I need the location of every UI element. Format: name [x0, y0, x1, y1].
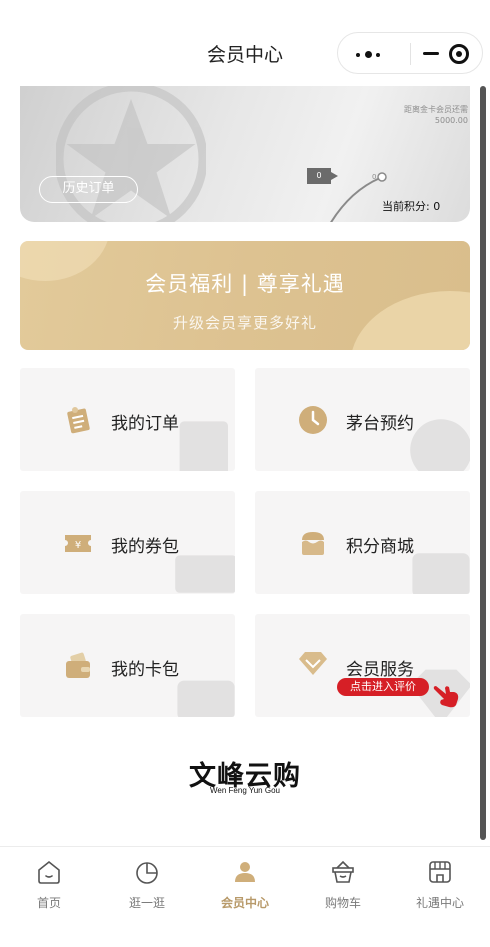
member-benefits-banner[interactable]: 会员福利 | 尊享礼遇 升级会员享更多好礼 [20, 241, 470, 350]
upgrade-hint: 距离金卡会员还需5000.00 [404, 105, 468, 125]
pointing-hand-icon [433, 686, 459, 708]
tab-browse-label: 逛一逛 [128, 896, 165, 910]
tab-home[interactable]: 首页 [14, 859, 84, 911]
minimize-icon[interactable] [423, 52, 439, 55]
bottom-tab-bar: 首页 逛一逛 会员中心 购物车 礼遇中心 [0, 846, 490, 947]
brand-logo: 文峰云购 Wen Feng Yun Gou [0, 754, 490, 795]
my-orders-tile[interactable]: 我的订单 [20, 368, 235, 471]
scrollbar[interactable] [480, 86, 486, 840]
tab-member-center[interactable]: 会员中心 [210, 859, 280, 911]
banner-subtitle: 升级会员享更多好礼 [172, 314, 317, 332]
my-orders-label: 我的订单 [111, 414, 179, 434]
my-coupons-tile[interactable]: ¥ 我的券包 [20, 491, 235, 594]
card-ghost-icon [177, 680, 235, 717]
points-mall-label: 积分商城 [346, 537, 414, 557]
banner-title: 会员福利 | 尊享礼遇 [145, 272, 345, 296]
order-ghost-icon [179, 421, 228, 471]
basket-icon [332, 860, 354, 883]
storefront-icon [429, 861, 451, 883]
tab-home-label: 首页 [36, 896, 61, 910]
evaluate-badge[interactable]: 点击进入评价 [337, 678, 429, 696]
home-icon [38, 860, 60, 884]
brand-name-en: Wen Feng Yun Gou [210, 786, 280, 795]
member-service-label: 会员服务 [346, 660, 414, 680]
tab-member-center-label: 会员中心 [220, 896, 269, 910]
history-orders-button[interactable]: 历史订单 [39, 176, 138, 203]
app-header: 会员中心 [0, 0, 490, 86]
pie-chart-icon [136, 862, 158, 884]
moutai-reservation-tile[interactable]: 茅台预约 [255, 368, 470, 471]
tab-browse[interactable]: 逛一逛 [112, 859, 182, 911]
current-points: 当前积分: 0 [382, 200, 441, 213]
shop-ghost-icon [412, 553, 470, 594]
coupon-ghost-icon [175, 555, 235, 593]
diamond-icon [299, 652, 327, 675]
close-circle-icon[interactable] [449, 44, 469, 64]
clock-icon [299, 406, 327, 434]
clock-ghost-icon [410, 419, 470, 471]
more-dots-icon[interactable] [356, 51, 382, 58]
tab-cart[interactable]: 购物车 [308, 859, 378, 911]
wallet-icon [66, 652, 90, 678]
capsule-divider [410, 43, 411, 65]
svg-text:¥: ¥ [75, 540, 81, 551]
mini-program-capsule [337, 32, 483, 74]
coupon-icon: ¥ [65, 535, 91, 552]
order-list-icon [67, 407, 90, 434]
membership-card: 距离金卡会员还需5000.00 历史订单 0 0 当前积分: 0 [20, 70, 470, 222]
tab-gift-center[interactable]: 礼遇中心 [405, 859, 475, 911]
my-coupons-label: 我的券包 [111, 537, 179, 557]
user-icon [235, 862, 255, 882]
tab-gift-center-label: 礼遇中心 [415, 896, 464, 910]
shop-icon [302, 532, 324, 555]
my-cards-label: 我的卡包 [111, 660, 179, 680]
tab-cart-label: 购物车 [324, 896, 361, 910]
points-mall-tile[interactable]: 积分商城 [255, 491, 470, 594]
progress-dot-label: 0 [372, 173, 377, 181]
moutai-reservation-label: 茅台预约 [346, 414, 414, 434]
my-cards-tile[interactable]: 我的卡包 [20, 614, 235, 717]
